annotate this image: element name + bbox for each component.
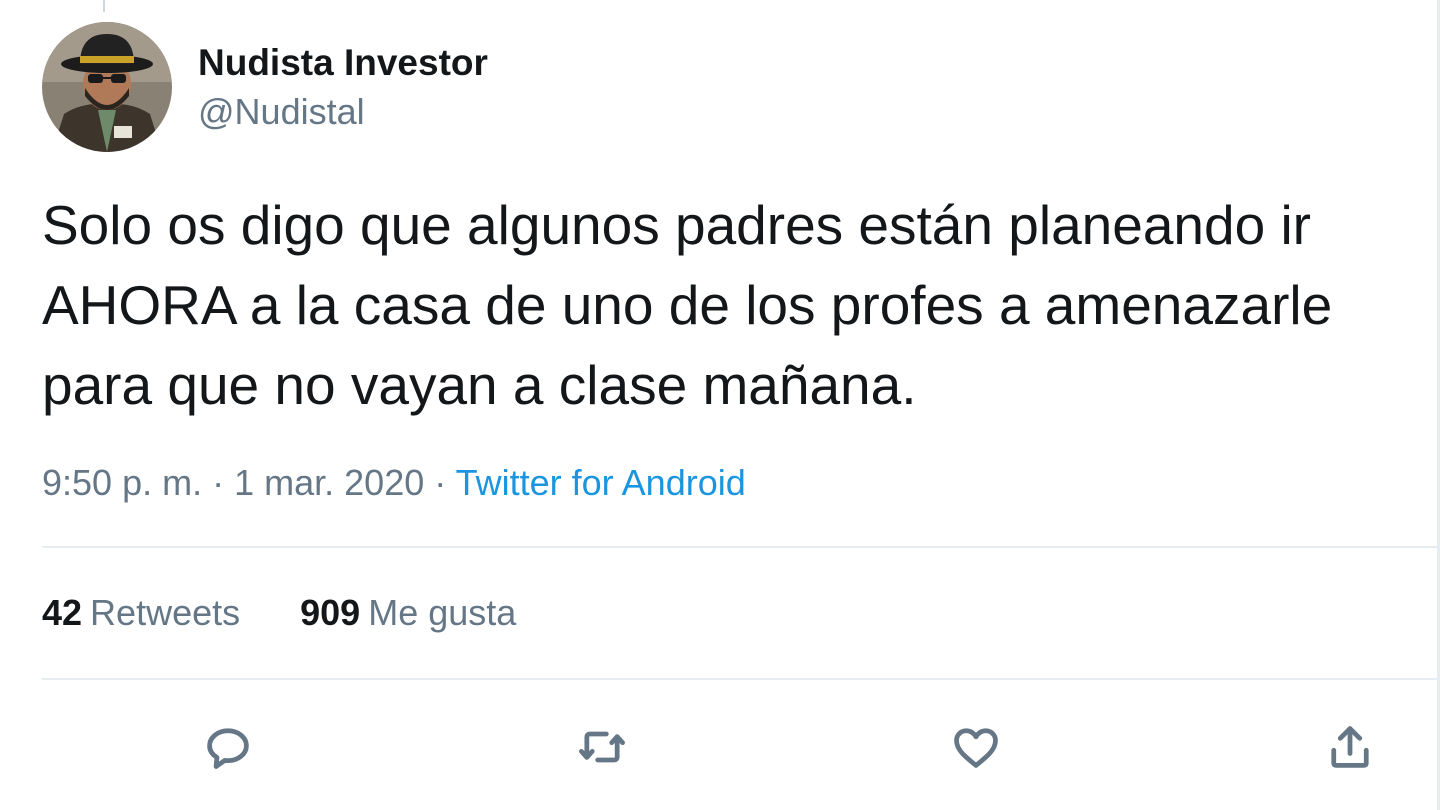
tweet-card: Nudista Investor @Nudistal Solo os digo … xyxy=(0,0,1440,810)
retweet-button[interactable] xyxy=(567,712,637,782)
share-button[interactable] xyxy=(1315,712,1385,782)
tweet-meta: 9:50 p. m. · 1 mar. 2020 · Twitter for A… xyxy=(42,458,746,508)
thread-connector-line xyxy=(103,0,105,12)
tweet-date[interactable]: 1 mar. 2020 xyxy=(234,462,424,503)
tweet-time[interactable]: 9:50 p. m. xyxy=(42,462,202,503)
avatar-image xyxy=(42,22,172,152)
tweet-stats: 42 Retweets 909 Me gusta xyxy=(42,588,566,638)
retweets-label: Retweets xyxy=(90,592,241,633)
author-handle[interactable]: @Nudistal xyxy=(198,88,488,136)
likes-count: 909 xyxy=(300,592,361,633)
meta-separator: · xyxy=(212,462,225,503)
tweet-text: Solo os digo que algunos padres están pl… xyxy=(42,194,1333,416)
retweets-stat[interactable]: 42 Retweets xyxy=(42,588,240,638)
share-icon xyxy=(1331,726,1369,768)
divider xyxy=(42,678,1437,680)
like-button[interactable] xyxy=(941,712,1011,782)
likes-stat[interactable]: 909 Me gusta xyxy=(300,588,516,638)
retweets-count: 42 xyxy=(42,592,83,633)
author-block: Nudista Investor @Nudistal xyxy=(198,40,488,136)
avatar[interactable] xyxy=(42,22,172,152)
heart-icon xyxy=(954,728,998,768)
retweet-icon xyxy=(579,731,625,763)
meta-separator: · xyxy=(434,462,447,503)
divider xyxy=(42,546,1437,548)
reply-button[interactable] xyxy=(193,712,263,782)
tweet-actions xyxy=(0,712,1440,782)
author-name[interactable]: Nudista Investor xyxy=(198,40,488,86)
likes-label: Me gusta xyxy=(368,592,517,633)
tweet-source-link[interactable]: Twitter for Android xyxy=(456,462,746,503)
reply-icon xyxy=(207,728,249,769)
